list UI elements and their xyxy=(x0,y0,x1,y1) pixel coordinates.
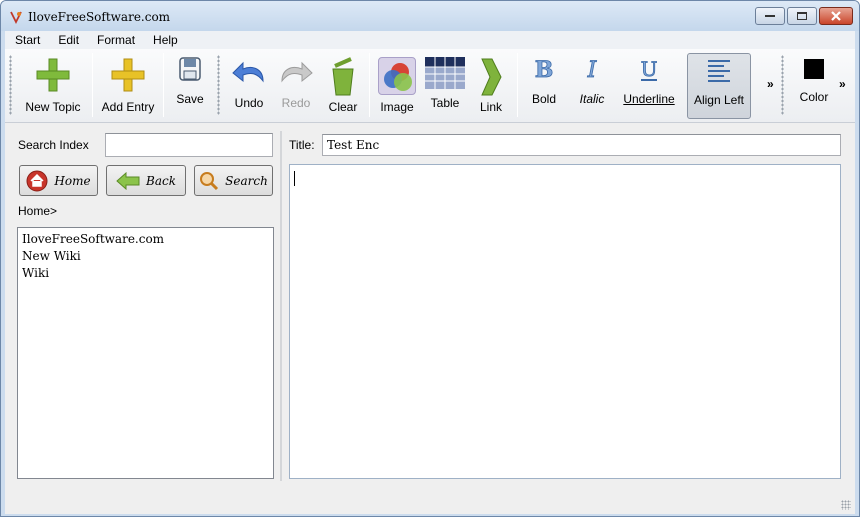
menu-edit[interactable]: Edit xyxy=(48,33,87,47)
home-icon xyxy=(26,170,48,191)
clear-button[interactable]: Clear xyxy=(321,53,365,119)
toolbar-grip[interactable] xyxy=(217,55,220,115)
text-caret xyxy=(294,171,295,186)
image-button[interactable]: Image xyxy=(373,53,421,119)
redo-label: Redo xyxy=(281,96,311,110)
minimize-icon xyxy=(765,15,775,17)
window-title: IloveFreeSoftware.com xyxy=(28,10,171,24)
underline-button[interactable]: U Underline xyxy=(617,53,681,119)
add-entry-button[interactable]: Add Entry xyxy=(97,53,159,119)
home-button[interactable]: Home xyxy=(19,165,98,196)
app-logo-icon xyxy=(10,11,22,25)
main-content: Search Index Home Back Search Home> Ilov… xyxy=(5,123,855,514)
save-icon xyxy=(179,57,201,81)
toolbar-grip[interactable] xyxy=(9,55,12,115)
toolbar-overflow-chevron-2[interactable]: » xyxy=(839,77,846,91)
undo-icon xyxy=(232,61,264,83)
toolbar-overflow-chevron[interactable]: » xyxy=(767,77,774,91)
toolbar-grip[interactable] xyxy=(781,55,784,115)
color-label: Color xyxy=(799,90,829,104)
maximize-icon xyxy=(797,12,807,20)
svg-text:U: U xyxy=(641,57,658,81)
resize-grip[interactable] xyxy=(841,500,851,510)
menu-start[interactable]: Start xyxy=(5,33,48,47)
save-label: Save xyxy=(176,92,204,106)
app-window: IloveFreeSoftware.com Start Edit Format … xyxy=(0,0,860,517)
underline-label: Underline xyxy=(623,92,675,106)
editor-area[interactable] xyxy=(289,164,841,479)
svg-text:I: I xyxy=(587,58,598,81)
underline-icon: U xyxy=(640,57,658,81)
color-button[interactable]: Color xyxy=(791,53,837,119)
minimize-button[interactable] xyxy=(755,7,785,25)
search-button[interactable]: Search xyxy=(194,165,273,196)
title-bar: IloveFreeSoftware.com xyxy=(1,1,859,31)
back-button-label: Back xyxy=(146,173,176,188)
align-left-icon xyxy=(708,60,730,82)
link-button[interactable]: Link xyxy=(471,53,511,119)
svg-text:B: B xyxy=(535,57,554,81)
redo-icon xyxy=(281,61,313,83)
image-icon xyxy=(384,63,412,91)
table-icon xyxy=(425,57,465,89)
toolbar: New Topic Add Entry Save Undo Redo Clear… xyxy=(5,49,855,123)
link-label: Link xyxy=(479,100,502,114)
list-item[interactable]: New Wiki xyxy=(22,248,269,265)
close-button[interactable] xyxy=(819,7,853,25)
image-label: Image xyxy=(380,100,414,114)
new-topic-label: New Topic xyxy=(25,100,81,114)
title-label: Title: xyxy=(289,138,315,152)
plus-yellow-icon xyxy=(111,58,145,92)
pane-splitter[interactable] xyxy=(280,131,282,481)
table-label: Table xyxy=(430,96,460,110)
title-input[interactable] xyxy=(322,134,841,156)
align-left-button[interactable]: Align Left xyxy=(687,53,751,119)
clear-label: Clear xyxy=(328,100,358,114)
italic-icon: I xyxy=(586,58,598,81)
search-button-label: Search xyxy=(225,173,268,188)
undo-button[interactable]: Undo xyxy=(225,53,273,119)
chevron-right-icon xyxy=(481,58,502,96)
list-item[interactable]: Wiki xyxy=(22,265,269,282)
bold-label: Bold xyxy=(531,92,557,106)
arrow-left-icon xyxy=(116,171,140,190)
menu-format[interactable]: Format xyxy=(87,33,143,47)
undo-label: Undo xyxy=(234,96,264,110)
trash-icon xyxy=(332,57,354,96)
bold-button[interactable]: B Bold xyxy=(521,53,567,119)
search-index-label: Search Index xyxy=(18,138,89,152)
add-entry-label: Add Entry xyxy=(101,100,155,114)
plus-green-icon xyxy=(36,58,70,92)
list-item[interactable]: IloveFreeSoftware.com xyxy=(22,231,269,248)
breadcrumb[interactable]: Home> xyxy=(18,204,57,218)
topic-list[interactable]: IloveFreeSoftware.com New Wiki Wiki xyxy=(17,227,274,479)
redo-button[interactable]: Redo xyxy=(273,53,319,119)
save-button[interactable]: Save xyxy=(167,53,213,119)
search-icon xyxy=(200,171,219,190)
italic-label: Italic xyxy=(579,92,605,106)
search-index-input[interactable] xyxy=(105,133,273,157)
new-topic-button[interactable]: New Topic xyxy=(19,53,87,119)
table-button[interactable]: Table xyxy=(421,53,469,119)
menu-bar: Start Edit Format Help xyxy=(5,31,855,49)
close-icon xyxy=(831,11,841,21)
align-left-label: Align Left xyxy=(693,93,745,107)
maximize-button[interactable] xyxy=(787,7,817,25)
menu-help[interactable]: Help xyxy=(143,33,186,47)
bold-icon: B xyxy=(534,57,554,81)
italic-button[interactable]: I Italic xyxy=(569,53,615,119)
color-swatch-icon xyxy=(804,59,824,79)
home-button-label: Home xyxy=(54,173,91,188)
back-button[interactable]: Back xyxy=(106,165,186,196)
